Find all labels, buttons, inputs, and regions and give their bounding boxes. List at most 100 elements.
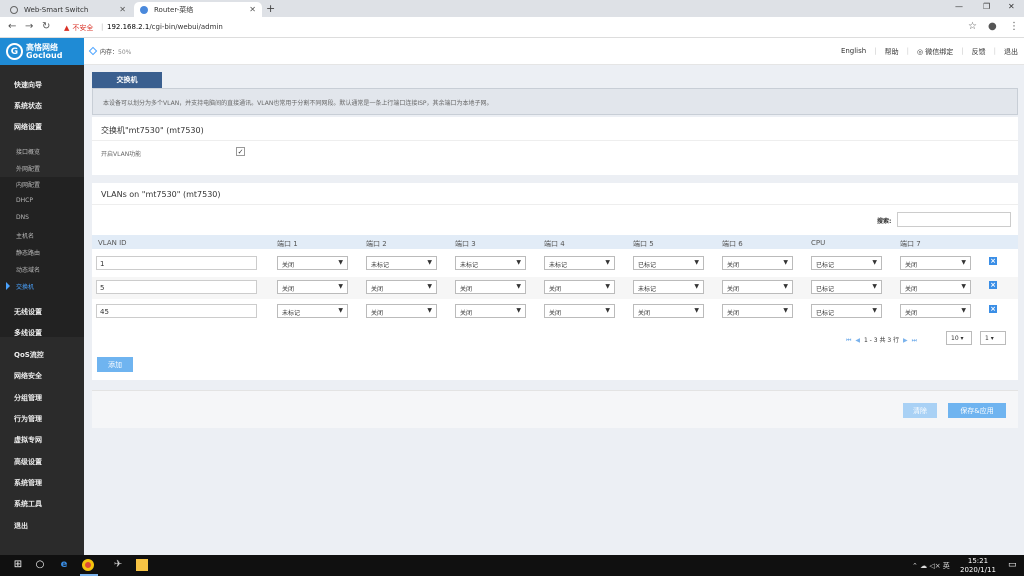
port3-select[interactable]: 未标记 ▼ [455,256,526,270]
page-size-select[interactable]: 10 ▾ [946,331,972,345]
close-tab-icon[interactable]: ✕ [119,5,126,14]
tab-switch[interactable]: 交换机 [92,72,162,88]
delete-row-icon[interactable]: × [989,281,997,289]
vlan-id-input[interactable]: 5 [96,280,257,294]
port7-select[interactable]: 关闭 ▼ [900,280,971,294]
clear-button[interactable]: 清除 [903,403,937,418]
port5-select[interactable]: 已标记 ▼ [633,256,704,270]
vlan-id-input[interactable]: 1 [96,256,257,270]
menu-dots-icon[interactable]: ⋮ [1009,21,1019,32]
search-icon[interactable]: ○ [34,559,46,571]
sidebar-item-multiwan[interactable]: 多线设置 [0,328,84,338]
port4-select[interactable]: 关闭 ▼ [544,280,615,294]
sidebar-subitem-wan[interactable]: 外网配置 [0,164,84,173]
sidebar-item-system-status[interactable]: 系统状态 [0,101,84,111]
sidebar-item-network-settings[interactable]: 网络设置 [0,122,84,132]
port5-select[interactable]: 关闭 ▼ [633,304,704,318]
sidebar-item-advanced[interactable]: 高级设置 [0,457,84,467]
cpu-select[interactable]: 已标记 ▼ [811,256,882,270]
port4-select[interactable]: 未标记 ▼ [544,256,615,270]
app-icon[interactable]: ✈ [112,559,124,571]
port6-select[interactable]: 关闭 ▼ [722,256,793,270]
sidebar-subitem-switch[interactable]: 交换机 [0,282,84,291]
cpu-select[interactable]: 已标记 ▼ [811,304,882,318]
sidebar-subitem-ddns[interactable]: 动态域名 [0,265,84,274]
sidebar-item-system-admin[interactable]: 系统管理 [0,478,84,488]
clock[interactable]: 15:21 2020/1/11 [960,557,996,575]
back-arrow-icon[interactable]: ← [8,21,16,32]
save-apply-button[interactable]: 保存&应用 [948,403,1006,418]
enable-vlan-checkbox[interactable]: ✓ [236,147,245,156]
delete-row-icon[interactable]: × [989,257,997,265]
sidebar-subitem-hostname[interactable]: 主机名 [0,231,84,240]
port6-select[interactable]: 关闭 ▼ [722,304,793,318]
first-page-icon[interactable]: ⏮ [846,337,851,344]
new-tab-button[interactable]: + [266,2,275,15]
sidebar-subitem-dns[interactable]: DNS [0,214,84,221]
sidebar-subitem-lan[interactable]: 内网配置 [0,180,84,189]
sidebar-item-qos[interactable]: QoS流控 [0,350,84,360]
port7-select[interactable]: 关闭 ▼ [900,256,971,270]
port4-select[interactable]: 关闭 ▼ [544,304,615,318]
sidebar-item-behavior[interactable]: 行为管理 [0,414,84,424]
search-input[interactable] [897,212,1011,227]
sidebar-subitem-static-routes[interactable]: 静态路由 [0,248,84,257]
windows-start-icon[interactable]: ⊞ [12,559,24,571]
add-button[interactable]: 添加 [97,357,133,372]
port5-select[interactable]: 未标记 ▼ [633,280,704,294]
bookmark-star-icon[interactable]: ☆ [968,21,977,32]
tab-title: Web-Smart Switch [24,5,89,14]
logout-link[interactable]: 退出 [1004,47,1018,57]
close-window-button[interactable]: ✕ [1008,2,1015,11]
vlan-id-input[interactable]: 45 [96,304,257,318]
sidebar-subitem-dhcp[interactable]: DHCP [0,197,84,204]
port7-select[interactable]: 关闭 ▼ [900,304,971,318]
sidebar-item-system-tools[interactable]: 系统工具 [0,499,84,509]
port1-select[interactable]: 未标记 ▼ [277,304,348,318]
port3-select[interactable]: 关闭 ▼ [455,280,526,294]
sidebar-item-quick-wizard[interactable]: 快速向导 [0,80,84,90]
sidebar-item-security[interactable]: 网络安全 [0,371,84,381]
sidebar-item-wireless[interactable]: 无线设置 [0,307,84,317]
chrome-icon[interactable] [82,559,94,571]
port2-select[interactable]: 未标记 ▼ [366,256,437,270]
sidebar-subitem-interfaces[interactable]: 接口概览 [0,147,84,156]
url-field[interactable]: 192.168.2.1/cgi-bin/webui/admin [107,23,223,31]
cpu-select[interactable]: 已标记 ▼ [811,280,882,294]
delete-row-icon[interactable]: × [989,305,997,313]
close-tab-icon[interactable]: ✕ [249,5,256,14]
last-page-icon[interactable]: ⏭ [912,337,917,344]
system-tray[interactable]: ⌃ ☁ ◁× 英 [912,561,950,571]
forward-arrow-icon[interactable]: → [25,21,33,32]
browser-tab-web-smart-switch[interactable]: Web-Smart Switch ✕ [4,2,132,17]
prev-page-icon[interactable]: ◀ [855,337,860,344]
sidebar-item-vpn[interactable]: 虚拟专网 [0,435,84,445]
top-bar: 内存：50% English | 帮助 | ◎ 微信绑定 | 反馈 | 退出 [84,38,1024,65]
port2-select[interactable]: 关闭 ▼ [366,304,437,318]
profile-icon[interactable]: ● [988,21,997,32]
sidebar-item-groups[interactable]: 分组管理 [0,393,84,403]
top-links: English | 帮助 | ◎ 微信绑定 | 反馈 | 退出 [840,47,1018,57]
wechat-bind-link[interactable]: ◎ 微信绑定 [917,47,953,57]
feedback-link[interactable]: 反馈 [972,47,986,57]
page-number-select[interactable]: 1 ▾ [980,331,1006,345]
next-page-icon[interactable]: ▶ [903,337,908,344]
folder-icon[interactable] [136,559,148,571]
port1-select[interactable]: 关闭 ▼ [277,256,348,270]
pager-text: 1 - 3 共 3 行 [863,337,900,344]
port3-select[interactable]: 关闭 ▼ [455,304,526,318]
minimize-button[interactable]: — [955,2,963,11]
sidebar-item-logout[interactable]: 退出 [0,521,84,531]
port1-select[interactable]: 关闭 ▼ [277,280,348,294]
insecure-indicator[interactable]: ▲ 不安全 [64,23,93,33]
restore-button[interactable]: ❐ [983,2,990,11]
help-link[interactable]: 帮助 [885,47,899,57]
browser-tab-router[interactable]: Router-菜络 ✕ [134,2,262,17]
language-link[interactable]: English [841,47,866,57]
port2-select[interactable]: 关闭 ▼ [366,280,437,294]
edge-icon[interactable]: e [58,559,70,571]
reload-icon[interactable]: ↻ [42,21,50,32]
notification-icon[interactable]: ▭ [1008,560,1017,570]
port6-select[interactable]: 关闭 ▼ [722,280,793,294]
address-bar: ← → ↻ ▲ 不安全 | 192.168.2.1/cgi-bin/webui/a… [0,17,1024,38]
